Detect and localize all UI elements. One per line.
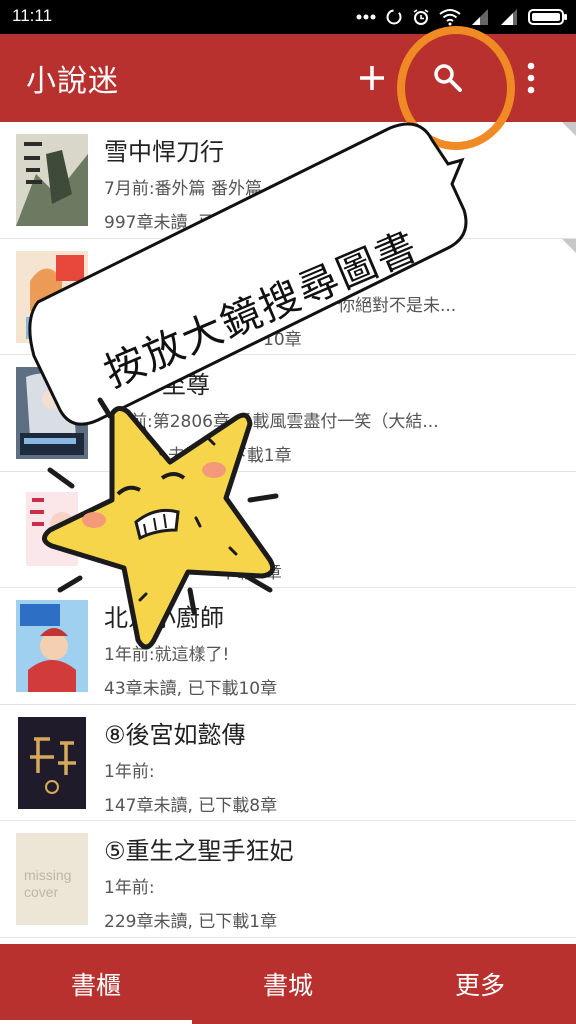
search-icon bbox=[434, 64, 462, 92]
book-progress: 未讀, 已下載1章 bbox=[168, 446, 292, 466]
book-item[interactable]: 你絕對不是未... 10章 bbox=[0, 238, 576, 355]
book-item[interactable]: 北京小廚師 1年前:就這樣了! 43章未讀, 已下載10章 bbox=[0, 588, 576, 705]
book-latest-update: 1年前: bbox=[104, 878, 155, 898]
book-cover-image bbox=[16, 134, 88, 226]
new-update-corner-badge bbox=[562, 238, 576, 253]
book-cover-image bbox=[16, 250, 88, 343]
book-cover-image bbox=[16, 716, 88, 809]
missing-cover-label: missing cover bbox=[24, 867, 72, 900]
more-vert-icon bbox=[527, 62, 535, 94]
book-item[interactable]: missing cover ⑤重生之聖手狂妃 1年前: 229章未讀, 已下載1… bbox=[0, 821, 576, 938]
book-list: 雪中悍刀行 7月前:番外篇 番外篇 997章未讀, 已 你絕對不是未... 10… bbox=[0, 122, 576, 942]
status-icons bbox=[356, 4, 568, 30]
more-options-button[interactable] bbox=[514, 56, 548, 100]
book-latest-update: 7月前:番外篇 番外篇 bbox=[104, 179, 262, 199]
bottom-navigation: 書櫃 書城 更多 bbox=[0, 944, 576, 1024]
book-item[interactable]: 至尊 前:第2806章 千載風雲盡付一笑（大結... 未讀, 已下載1章 bbox=[0, 355, 576, 472]
app-bar: 小說迷 bbox=[0, 34, 576, 122]
book-title: ⑧後宮如懿傳 bbox=[104, 720, 246, 749]
tab-bookstore[interactable]: 書城 bbox=[192, 944, 384, 1024]
add-icon bbox=[360, 66, 384, 90]
alarm-icon bbox=[413, 9, 429, 25]
sync-icon bbox=[386, 9, 402, 25]
book-item[interactable]: ⑧後宮如懿傳 1年前: 147章未讀, 已下載8章 bbox=[0, 705, 576, 821]
book-progress: 10章 bbox=[263, 329, 302, 350]
signal-icon bbox=[472, 9, 488, 25]
book-title: ⑤重生之聖手狂妃 bbox=[104, 837, 294, 865]
status-bar: 11:11 bbox=[0, 0, 576, 34]
book-latest-update: 1年前:就這樣了! bbox=[104, 645, 230, 665]
book-progress: 229章未讀, 已下載1章 bbox=[104, 912, 278, 932]
book-progress: 997章未讀, 已 bbox=[104, 213, 216, 233]
book-title: 雪中悍刀行 bbox=[104, 138, 224, 166]
book-progress: 下載1章 bbox=[220, 562, 282, 583]
book-cover-image bbox=[16, 367, 88, 459]
book-title: 至尊 bbox=[162, 371, 210, 399]
tab-bookshelf[interactable]: 書櫃 bbox=[0, 944, 192, 1024]
book-cover-image bbox=[16, 483, 88, 576]
search-button[interactable] bbox=[424, 54, 472, 102]
book-item[interactable]: 雪中悍刀行 7月前:番外篇 番外篇 997章未讀, 已 bbox=[0, 122, 576, 239]
new-update-corner-badge bbox=[562, 122, 576, 136]
battery-icon bbox=[528, 9, 567, 25]
wifi-icon bbox=[439, 9, 461, 26]
book-latest-update: 前:第2806章 千載風雲盡付一笑（大結... bbox=[130, 412, 439, 432]
book-latest-update: 1年前: bbox=[104, 761, 155, 782]
book-progress: 147章未讀, 已下載8章 bbox=[104, 795, 278, 816]
signal-icon bbox=[501, 9, 517, 25]
book-progress: 43章未讀, 已下載10章 bbox=[104, 679, 278, 699]
status-time: 11:11 bbox=[12, 6, 53, 25]
book-cover-image bbox=[16, 600, 88, 692]
add-button[interactable] bbox=[350, 56, 394, 100]
app-title: 小說迷 bbox=[26, 64, 119, 99]
more-dots-icon bbox=[356, 14, 376, 20]
book-cover-placeholder: missing cover bbox=[16, 833, 88, 925]
book-latest-update: 你絕對不是未... bbox=[338, 295, 457, 316]
book-title: 北京小廚師 bbox=[104, 604, 224, 632]
tab-more[interactable]: 更多 bbox=[384, 944, 576, 1024]
book-item[interactable]: 下載1章 bbox=[0, 472, 576, 588]
